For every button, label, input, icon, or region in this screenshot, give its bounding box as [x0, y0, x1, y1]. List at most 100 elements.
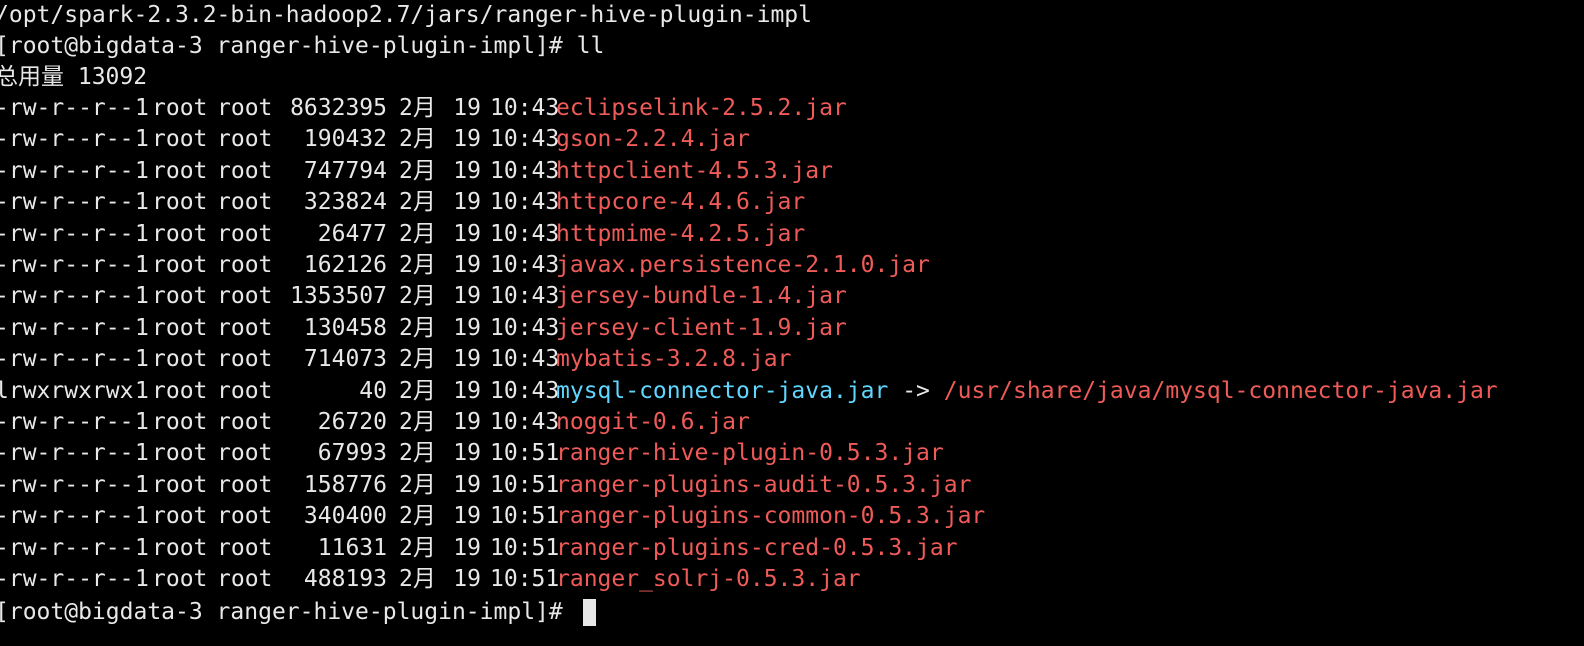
terminal-window[interactable]: /opt/spark-2.3.2-bin-hadoop2.7/jars/rang… — [0, 0, 1584, 646]
day: 19 — [453, 377, 481, 404]
owner: root — [152, 157, 208, 184]
month: 2月 — [399, 126, 436, 153]
owner: root — [152, 95, 208, 121]
month: 2月 — [399, 220, 436, 247]
time: 10:43 — [490, 95, 560, 121]
listing-row: -rw-r--r--1 root root 1353507 2月 19 10:43jerse… — [0, 281, 847, 312]
group: root — [217, 189, 273, 216]
owner: root — [152, 377, 208, 404]
group: root — [217, 95, 273, 121]
owner: root — [152, 220, 208, 247]
month: 2月 — [399, 534, 436, 561]
file-size: 340400 — [303, 503, 387, 530]
file-name: ranger-hive-plugin-0.5.3.jar — [556, 440, 944, 467]
group: root — [217, 377, 273, 404]
final-prompt-line[interactable]: [root@bigdata-3 ranger-hive-plugin-impl]… — [0, 597, 596, 628]
permissions: -rw-r--r-- — [0, 566, 134, 592]
day: 19 — [453, 189, 481, 216]
link-count: 1 — [135, 189, 149, 216]
listing-row: -rw-r--r--1 root root 11631 2月 19 10:51ranger-… — [0, 533, 958, 564]
day: 19 — [453, 220, 481, 247]
owner: root — [152, 252, 208, 278]
file-name: gson-2.2.4.jar — [556, 126, 750, 153]
month: 2月 — [399, 503, 436, 530]
listing-row: -rw-r--r--1 root root 26720 2月 19 10:43noggit-… — [0, 407, 750, 438]
day: 19 — [453, 566, 481, 592]
file-size: 158776 — [303, 471, 387, 498]
link-count: 1 — [135, 157, 149, 184]
symlink-arrow: -> — [902, 377, 930, 404]
group: root — [217, 503, 273, 530]
time: 10:43 — [490, 126, 560, 153]
month: 2月 — [399, 409, 436, 435]
file-name: jersey-bundle-1.4.jar — [556, 283, 847, 310]
owner: root — [152, 314, 208, 341]
month: 2月 — [399, 95, 436, 121]
time: 10:51 — [490, 566, 560, 592]
owner: root — [152, 440, 208, 467]
link-count: 1 — [135, 95, 149, 121]
command-text: ll — [576, 33, 605, 59]
file-size: 26477 — [317, 220, 387, 247]
listing-row: -rw-r--r--1 root root 747794 2月 19 10:43httpcl… — [0, 156, 833, 187]
owner: root — [152, 189, 208, 216]
listing-row: -rw-r--r--1 root root 714073 2月 19 10:43mybati… — [0, 344, 791, 375]
file-size: 67993 — [317, 440, 387, 467]
link-count: 1 — [135, 471, 149, 498]
time: 10:43 — [490, 346, 560, 373]
month: 2月 — [399, 471, 436, 498]
listing-row: -rw-r--r--1 root root 488193 2月 19 10:51ranger… — [0, 564, 861, 595]
link-count: 1 — [135, 346, 149, 373]
time: 10:43 — [490, 283, 560, 310]
file-name: ranger-plugins-cred-0.5.3.jar — [556, 534, 958, 561]
owner: root — [152, 534, 208, 561]
group: root — [217, 314, 273, 341]
listing-row: -rw-r--r--1 root root 26477 2月 19 10:43httpmim… — [0, 219, 805, 250]
permissions: -rw-r--r-- — [0, 440, 134, 467]
link-count: 1 — [135, 252, 149, 278]
owner: root — [152, 283, 208, 310]
file-name: ranger_solrj-0.5.3.jar — [556, 566, 861, 592]
file-size: 40 — [359, 377, 387, 404]
permissions: -rw-r--r-- — [0, 220, 134, 247]
day: 19 — [453, 534, 481, 561]
group: root — [217, 346, 273, 373]
owner: root — [152, 471, 208, 498]
file-name: httpcore-4.4.6.jar — [556, 189, 806, 216]
link-count: 1 — [135, 220, 149, 247]
day: 19 — [453, 283, 481, 310]
group: root — [217, 126, 273, 153]
day: 19 — [453, 95, 481, 121]
file-name: jersey-client-1.9.jar — [556, 314, 847, 341]
month: 2月 — [399, 377, 436, 404]
time: 10:51 — [490, 471, 560, 498]
file-name: mysql-connector-java.jar — [556, 377, 889, 404]
group: root — [217, 283, 273, 310]
symlink-target: /usr/share/java/mysql-connector-java.jar — [943, 377, 1498, 404]
group: root — [217, 409, 273, 435]
permissions: lrwxrwxrwx — [0, 377, 134, 404]
group: root — [217, 534, 273, 561]
permissions: -rw-r--r-- — [0, 346, 134, 373]
link-count: 1 — [135, 314, 149, 341]
listing-row: -rw-r--r--1 root root 158776 2月 19 10:51ranger… — [0, 470, 971, 501]
path-line: /opt/spark-2.3.2-bin-hadoop2.7/jars/rang… — [0, 0, 812, 31]
file-name: httpclient-4.5.3.jar — [556, 157, 833, 184]
link-count: 1 — [135, 534, 149, 561]
owner: root — [152, 503, 208, 530]
path-text: /opt/spark-2.3.2-bin-hadoop2.7/jars/rang… — [0, 2, 812, 28]
time: 10:43 — [490, 157, 560, 184]
day: 19 — [453, 503, 481, 530]
file-size: 323824 — [303, 189, 387, 216]
owner: root — [152, 566, 208, 592]
group: root — [217, 220, 273, 247]
file-size: 190432 — [303, 126, 387, 153]
link-count: 1 — [135, 377, 149, 404]
file-name: eclipselink-2.5.2.jar — [556, 95, 847, 121]
file-name: ranger-plugins-audit-0.5.3.jar — [556, 471, 972, 498]
file-name: mybatis-3.2.8.jar — [556, 346, 792, 373]
day: 19 — [453, 157, 481, 184]
month: 2月 — [399, 346, 436, 373]
group: root — [217, 440, 273, 467]
group: root — [217, 471, 273, 498]
